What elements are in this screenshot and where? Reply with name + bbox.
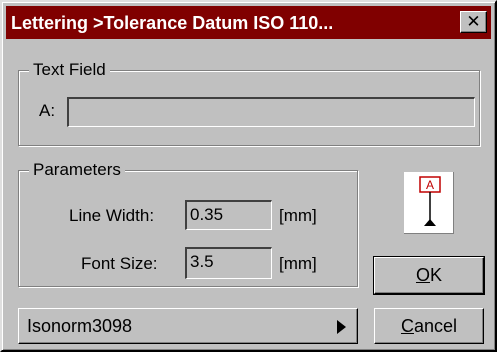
preview-letter: A [426, 178, 434, 192]
ok-label-mnemonic: O [415, 265, 430, 285]
ok-label-rest: K [430, 265, 443, 285]
triangle-right-icon [337, 320, 346, 334]
ok-button[interactable]: OK [373, 256, 485, 295]
font-size-input[interactable]: 3.5 [185, 247, 272, 279]
parameters-group-legend: Parameters [29, 159, 125, 181]
font-size-label: Font Size: [81, 254, 158, 273]
text-field-group-legend: Text Field [29, 59, 110, 81]
cancel-label-rest: ancel [413, 316, 458, 336]
line-width-input[interactable]: 0.35 [185, 200, 272, 230]
text-field-input[interactable] [67, 97, 475, 127]
window-title: Lettering >Tolerance Datum ISO 110... [11, 13, 334, 33]
dialog-window: Lettering >Tolerance Datum ISO 110... ✕ … [0, 0, 497, 352]
text-field-label: A: [39, 101, 56, 120]
title-bar[interactable]: Lettering >Tolerance Datum ISO 110... ✕ [6, 6, 491, 39]
tolerance-datum-symbol-icon: A [419, 176, 441, 226]
style-selector[interactable]: Isonorm3098 [18, 308, 358, 344]
font-size-unit: [mm] [279, 254, 317, 273]
line-width-unit: [mm] [279, 206, 317, 225]
cancel-label-mnemonic: C [400, 316, 414, 336]
parameters-group: Parameters Line Width: 0.35 [mm] Font Si… [18, 159, 358, 287]
line-width-label: Line Width: [69, 206, 155, 225]
close-icon: ✕ [466, 12, 481, 31]
close-button[interactable]: ✕ [460, 11, 487, 33]
cancel-button[interactable]: Cancel [374, 308, 484, 344]
text-field-group: Text Field A: [18, 59, 480, 146]
symbol-preview: A [404, 172, 454, 234]
style-selector-value: Isonorm3098 [27, 316, 133, 336]
